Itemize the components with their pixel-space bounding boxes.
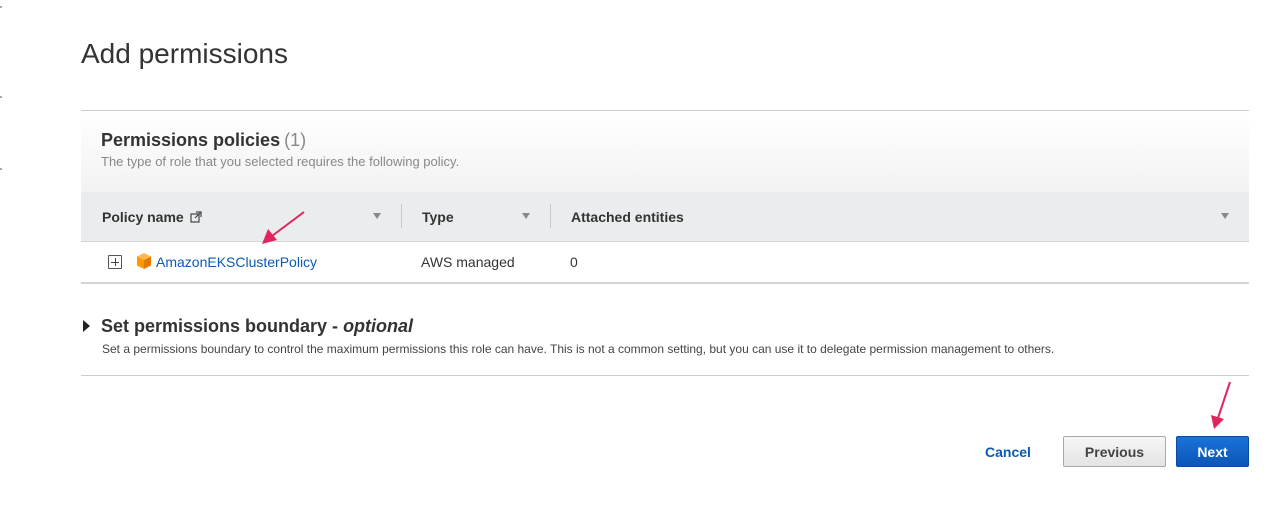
column-header-policy-name-label: Policy name bbox=[102, 208, 184, 225]
next-button[interactable]: Next bbox=[1176, 436, 1249, 467]
column-header-attached-entities[interactable]: Attached entities bbox=[571, 192, 684, 241]
column-header-attached-entities-label: Attached entities bbox=[571, 208, 684, 225]
column-header-type[interactable]: Type bbox=[422, 192, 454, 241]
policy-type-cell: AWS managed bbox=[421, 254, 515, 270]
caret-down-icon[interactable] bbox=[373, 213, 381, 219]
permissions-boundary-section: Set permissions boundary - optional Set … bbox=[81, 300, 1249, 376]
permissions-boundary-description: Set a permissions boundary to control th… bbox=[102, 342, 1055, 356]
column-header-type-label: Type bbox=[422, 208, 454, 225]
left-edge-marks bbox=[0, 0, 6, 200]
page-title: Add permissions bbox=[81, 38, 288, 69]
triangle-right-icon[interactable] bbox=[83, 320, 90, 332]
permissions-policies-title-text: Permissions policies bbox=[101, 130, 281, 150]
caret-down-icon[interactable] bbox=[522, 213, 530, 219]
column-divider[interactable] bbox=[550, 204, 551, 228]
column-divider[interactable] bbox=[401, 204, 402, 228]
permissions-policies-description: The type of role that you selected requi… bbox=[101, 154, 460, 169]
permissions-boundary-title[interactable]: Set permissions boundary - optional bbox=[101, 316, 413, 337]
permissions-boundary-optional: optional bbox=[343, 316, 414, 336]
external-link-icon bbox=[190, 210, 202, 223]
annotation-arrow-next bbox=[1211, 381, 1231, 429]
cancel-button[interactable]: Cancel bbox=[974, 436, 1042, 467]
aws-cube-icon bbox=[137, 253, 151, 269]
permissions-policies-header: Permissions policies (1) The type of role… bbox=[81, 111, 1249, 193]
permissions-policies-count: (1) bbox=[284, 130, 307, 150]
plus-square-icon[interactable] bbox=[108, 255, 122, 269]
permissions-policies-title: Permissions policies (1) bbox=[101, 130, 306, 151]
table-row: AmazonEKSClusterPolicy AWS managed 0 bbox=[81, 242, 1249, 284]
permissions-boundary-title-text: Set permissions boundary - bbox=[101, 316, 344, 336]
policy-link-amazoneksclusterpolicy[interactable]: AmazonEKSClusterPolicy bbox=[156, 254, 317, 270]
policies-table-header: Policy name Type Attached entities bbox=[81, 192, 1249, 242]
attached-entities-cell: 0 bbox=[570, 254, 578, 270]
caret-down-icon[interactable] bbox=[1221, 213, 1229, 219]
column-header-policy-name[interactable]: Policy name bbox=[102, 192, 202, 241]
previous-button[interactable]: Previous bbox=[1063, 436, 1166, 467]
permissions-policies-panel: Permissions policies (1) The type of role… bbox=[81, 110, 1249, 284]
